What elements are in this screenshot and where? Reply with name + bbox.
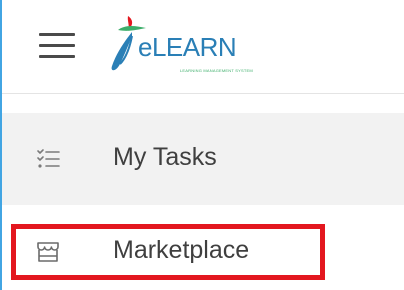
sidebar-item-label: Marketplace [113,236,250,264]
sidebar-item-marketplace[interactable]: Marketplace [2,205,404,290]
sidebar-item-label: My Tasks [113,143,217,171]
logo-tagline: LEARNING MANAGEMENT SYSTEM [180,68,253,73]
hamburger-menu-icon[interactable] [39,33,75,59]
app-frame: eLEARN LEARNING MANAGEMENT SYSTEM My Tas… [0,0,404,290]
logo-text: eLEARN [138,32,237,62]
sidebar-item-my-tasks[interactable]: My Tasks [2,113,404,205]
task-list-icon [37,149,60,168]
app-header: eLEARN LEARNING MANAGEMENT SYSTEM [2,0,404,94]
storefront-icon [37,242,59,262]
elearn-logo[interactable]: eLEARN LEARNING MANAGEMENT SYSTEM [106,14,266,78]
